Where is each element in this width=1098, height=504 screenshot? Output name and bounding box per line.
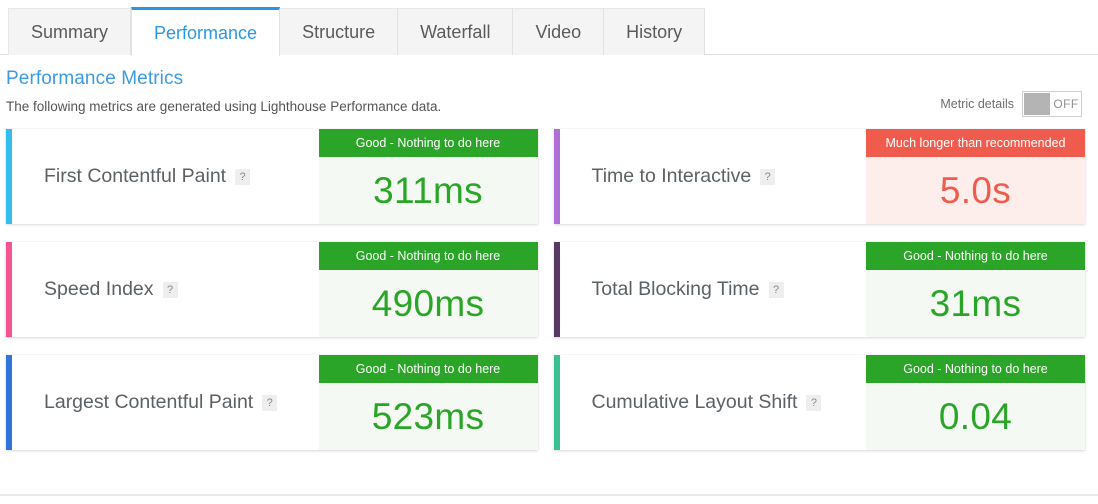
metric-details-toggle-group: Metric details OFF [940, 91, 1082, 117]
metric-name-label: First Contentful Paint [44, 165, 227, 187]
metric-value: 0.04 [866, 383, 1085, 450]
page-subtitle: The following metrics are generated usin… [6, 99, 442, 114]
metric-name-area: Speed Index? [12, 242, 319, 337]
tab-waterfall[interactable]: Waterfall [398, 8, 514, 55]
metric-value-panel: Good - Nothing to do here 311ms [318, 129, 538, 224]
metric-card-speed-index: Speed Index? Good - Nothing to do here 490… [6, 242, 538, 337]
help-question-icon[interactable]: ? [235, 168, 251, 185]
tab-history[interactable]: History [604, 8, 706, 55]
metric-name-label: Time to Interactive [591, 165, 752, 187]
status-badge: Much longer than recommended [866, 129, 1085, 157]
metric-name-label: Speed Index [44, 278, 154, 300]
metric-name-area: Cumulative Layout Shift? [560, 355, 867, 450]
metric-name-label: Largest Contentful Paint [44, 391, 254, 413]
tab-video[interactable]: Video [513, 8, 605, 55]
metric-value: 490ms [318, 270, 538, 337]
toggle-state-label: OFF [1053, 97, 1079, 111]
metric-value-panel: Good - Nothing to do here 0.04 [866, 355, 1085, 450]
status-badge: Good - Nothing to do here [318, 129, 538, 157]
metric-value-panel: Much longer than recommended 5.0s [866, 129, 1085, 224]
page-title: Performance Metrics [6, 68, 184, 89]
metric-name-area: Largest Contentful Paint? [12, 355, 319, 450]
section-divider [0, 494, 1098, 496]
metric-details-label: Metric details [940, 97, 1014, 111]
help-question-icon[interactable]: ? [760, 168, 776, 185]
metrics-grid: First Contentful Paint? Good - Nothing to… [0, 114, 1098, 450]
metric-card-cumulative-layout-shift: Cumulative Layout Shift? Good - Nothing t… [553, 355, 1085, 450]
status-badge: Good - Nothing to do here [866, 355, 1085, 383]
metric-name-area: First Contentful Paint? [12, 129, 319, 224]
metric-name-area: Time to Interactive? [560, 129, 867, 224]
metric-name-area: Total Blocking Time? [560, 242, 867, 337]
metric-card-largest-contentful-paint: Largest Contentful Paint? Good - Nothing … [6, 355, 538, 450]
metric-value-panel: Good - Nothing to do here 523ms [318, 355, 538, 450]
metric-value-panel: Good - Nothing to do here 490ms [318, 242, 538, 337]
metric-name-label: Cumulative Layout Shift [591, 391, 798, 413]
page-header: Performance Metrics The following metric… [0, 55, 1098, 117]
metric-value: 523ms [318, 383, 538, 450]
metric-name-label: Total Blocking Time [591, 278, 760, 300]
status-badge: Good - Nothing to do here [318, 242, 538, 270]
metric-card-total-blocking-time: Total Blocking Time? Good - Nothing to do… [553, 242, 1085, 337]
toggle-knob [1024, 93, 1050, 115]
help-question-icon[interactable]: ? [262, 394, 278, 411]
metric-details-toggle[interactable]: OFF [1022, 91, 1082, 117]
help-question-icon[interactable]: ? [162, 281, 178, 298]
status-badge: Good - Nothing to do here [866, 242, 1085, 270]
metric-card-first-contentful-paint: First Contentful Paint? Good - Nothing to… [6, 129, 538, 224]
status-badge: Good - Nothing to do here [318, 355, 538, 383]
metric-value: 31ms [866, 270, 1085, 337]
tab-summary[interactable]: Summary [8, 8, 132, 55]
tab-bar: Summary Performance Structure Waterfall Vide… [0, 0, 1098, 56]
metric-card-time-to-interactive: Time to Interactive? Much longer than rec… [553, 129, 1085, 224]
tab-structure[interactable]: Structure [280, 8, 399, 55]
metric-value: 311ms [318, 157, 538, 224]
help-question-icon[interactable]: ? [768, 281, 784, 298]
metric-value: 5.0s [866, 157, 1085, 224]
tab-performance[interactable]: Performance [131, 7, 281, 56]
metric-value-panel: Good - Nothing to do here 31ms [866, 242, 1085, 337]
help-question-icon[interactable]: ? [806, 394, 822, 411]
